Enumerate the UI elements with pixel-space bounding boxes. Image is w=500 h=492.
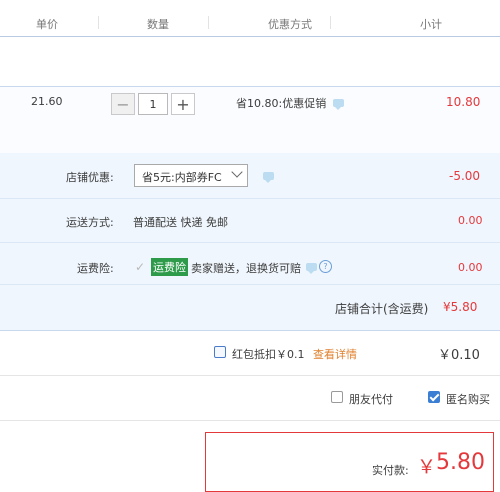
row-divider (0, 420, 500, 421)
payment-label: 实付款: (372, 464, 409, 477)
comment-icon[interactable] (333, 99, 344, 110)
header-divider (330, 16, 331, 29)
shop-discount-selected: 省5元:内部券FC (142, 171, 222, 184)
shipping-label: 运送方式: (66, 216, 114, 229)
shipping-amount: 0.00 (458, 214, 483, 227)
header-unit-price: 单价 (36, 18, 58, 31)
shop-total-label: 店铺合计(含运费) (335, 302, 429, 316)
increase-quantity-button[interactable]: + (171, 93, 195, 115)
insurance-amount: 0.00 (458, 261, 483, 274)
payment-amount: 5.80 (436, 450, 485, 475)
redpacket-amount: ￥0.10 (438, 348, 480, 363)
redpacket-details-link[interactable]: 查看详情 (313, 346, 357, 362)
shop-total-value: ¥5.80 (443, 300, 478, 314)
insurance-text: 卖家赠送，退换货可赔 (191, 262, 301, 275)
redpacket-checkbox[interactable] (214, 346, 226, 358)
row-divider (0, 242, 500, 243)
shop-discount-amount: -5.00 (449, 169, 481, 183)
shop-discount-label: 店铺优惠: (66, 171, 114, 184)
friend-pay-label: 朋友代付 (349, 393, 393, 406)
chevron-down-icon (231, 166, 243, 178)
row-divider (0, 198, 500, 199)
checkmark-icon: ✓ (135, 260, 146, 274)
header-promotion: 优惠方式 (268, 18, 312, 31)
anonymous-label: 匿名购买 (446, 393, 490, 406)
shop-discount-select[interactable]: 省5元:内部券FC (134, 164, 248, 187)
unit-price: 21.60 (31, 95, 63, 108)
comment-icon[interactable] (263, 172, 274, 183)
header-divider (98, 16, 99, 29)
cart-header: 单价 数量 优惠方式 小计 (0, 0, 500, 37)
payment-currency: ￥ (417, 456, 437, 478)
quantity-stepper[interactable]: − + (111, 93, 195, 115)
header-quantity: 数量 (147, 18, 169, 31)
insurance-label: 运费险: (77, 262, 114, 275)
decrease-quantity-button[interactable]: − (111, 93, 135, 115)
item-subtotal: 10.80 (446, 95, 481, 109)
help-icon[interactable]: ? (319, 260, 332, 273)
row-divider (0, 375, 500, 376)
item-promotion-text: 省10.80:优惠促销 (236, 97, 327, 110)
shipping-method: 普通配送 快递 免邮 (133, 216, 228, 229)
quantity-input[interactable] (138, 93, 168, 115)
friend-pay-checkbox[interactable] (331, 391, 343, 403)
comment-icon[interactable] (306, 263, 317, 274)
header-divider (208, 16, 209, 29)
anonymous-checkbox[interactable] (428, 391, 440, 403)
row-divider (0, 284, 500, 285)
header-subtotal: 小计 (420, 18, 442, 31)
insurance-badge: 运费险 (151, 258, 188, 276)
redpacket-label: 红包抵扣￥0.1 (232, 348, 305, 361)
